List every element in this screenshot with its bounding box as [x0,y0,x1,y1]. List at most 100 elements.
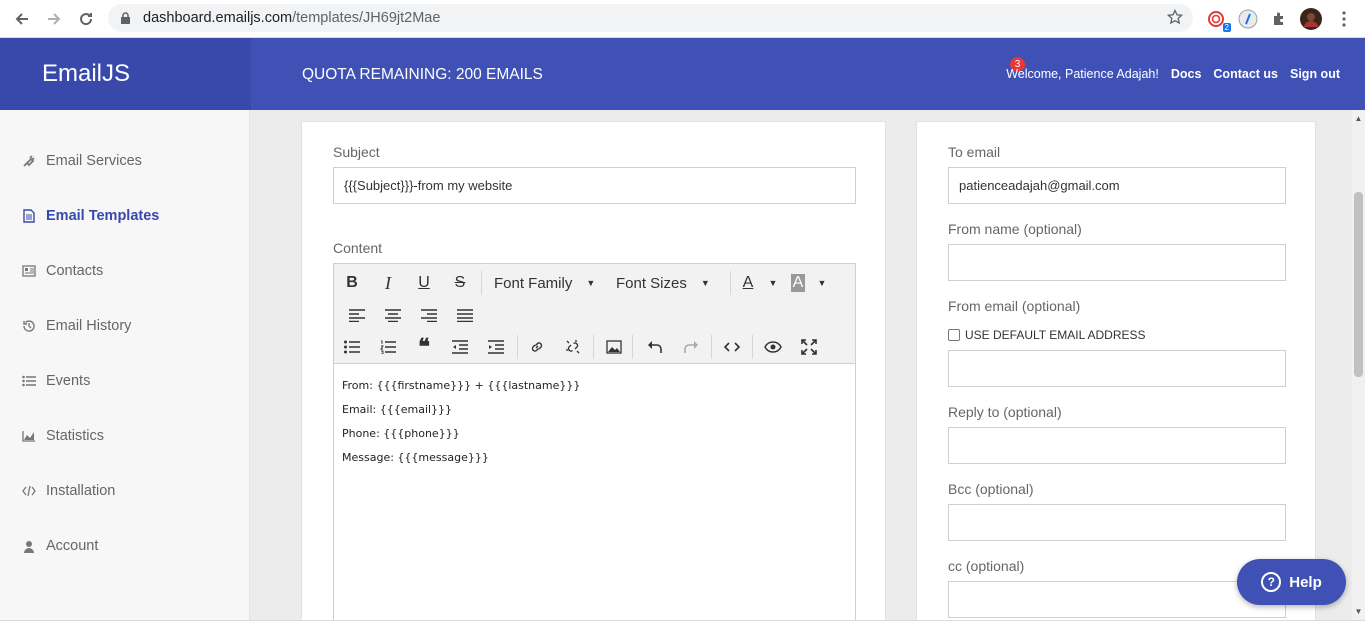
question-icon: ? [1261,572,1282,592]
reply-to-label: Reply to (optional) [948,404,1062,420]
numbered-list-icon[interactable] [374,333,402,361]
extension-compass-icon[interactable] [1237,8,1259,30]
default-email-checkbox-label: USE DEFAULT EMAIL ADDRESS [965,328,1146,342]
quota-label: QUOTA REMAINING: 200 EMAILS [302,66,543,83]
fullscreen-icon[interactable] [795,333,823,361]
sidebar-item-label: Email Templates [46,208,160,224]
browser-menu-icon[interactable] [1333,8,1355,30]
toolbar-separator [517,335,518,359]
forward-icon[interactable] [42,7,66,31]
sidebar-item-label: Installation [46,483,116,499]
reply-to-input[interactable] [948,427,1286,464]
signout-link[interactable]: Sign out [1290,67,1340,81]
font-size-dropdown[interactable]: Font Sizes ▼ [616,269,710,297]
from-email-input[interactable] [948,350,1286,387]
sidebar-item-label: Email History [46,318,132,334]
welcome-text[interactable]: Welcome, Patience Adajah! [1006,67,1159,81]
back-icon[interactable] [10,7,34,31]
plug-icon [22,154,36,168]
default-email-checkbox[interactable] [948,329,960,341]
page-scrollbar[interactable]: ▲ ▼ [1352,110,1365,620]
reload-icon[interactable] [74,7,98,31]
extension-badge: 2 [1222,23,1231,32]
scroll-up-icon[interactable]: ▲ [1352,112,1365,125]
brand-logo[interactable]: EmailJS [0,38,251,110]
preview-eye-icon[interactable] [759,333,787,361]
align-center-icon[interactable] [379,301,407,329]
list-icon [22,374,36,388]
bullet-list-icon[interactable] [338,333,366,361]
blockquote-icon[interactable]: ❝ [410,333,438,361]
indent-icon[interactable] [482,333,510,361]
chevron-down-icon[interactable]: ▼ [808,269,836,297]
text-color-icon[interactable]: A [734,269,762,297]
bcc-input[interactable] [948,504,1286,541]
subject-input[interactable]: {{{Subject}}}-from my website [333,167,856,204]
sidebar-item-events[interactable]: Events [22,369,90,393]
outdent-icon[interactable] [446,333,474,361]
link-icon[interactable] [523,333,551,361]
to-email-input[interactable]: patienceadajah@gmail.com [948,167,1286,204]
unlink-icon[interactable] [559,333,587,361]
contact-link[interactable]: Contact us [1213,67,1278,81]
align-justify-icon[interactable] [451,301,479,329]
rich-text-editor: B I U S Font Family ▼ Font Sizes ▼ A ▼ A… [333,263,856,620]
sidebar-item-email-templates[interactable]: Email Templates [22,204,159,228]
bold-icon[interactable]: B [338,269,366,297]
image-icon[interactable] [600,333,628,361]
history-icon [22,319,36,333]
sidebar-item-account[interactable]: Account [22,534,98,558]
help-button[interactable]: ? Help [1237,559,1346,605]
scroll-down-icon[interactable]: ▼ [1352,605,1365,618]
sidebar-item-statistics[interactable]: Statistics [22,424,104,448]
profile-avatar[interactable] [1300,8,1322,30]
sidebar-item-email-history[interactable]: Email History [22,314,131,338]
browser-bottom-bar [0,620,1365,637]
sidebar-item-contacts[interactable]: Contacts [22,259,103,283]
subject-label: Subject [333,144,380,160]
redo-icon[interactable] [677,333,705,361]
extension-fingerprint-icon[interactable]: 2 [1205,8,1231,32]
content-line: Message: {{{message}}} [342,451,489,464]
sidebar-item-installation[interactable]: Installation [22,479,115,503]
cc-label: cc (optional) [948,558,1025,574]
from-email-label: From email (optional) [948,298,1081,314]
browser-toolbar: dashboard.emailjs.com/templates/JH69jt2M… [0,0,1365,38]
sidebar-item-email-services[interactable]: Email Services [22,149,142,173]
sidebar: Email Services Email Templates Contacts … [0,110,250,620]
docs-link[interactable]: Docs [1171,67,1202,81]
address-bar[interactable]: dashboard.emailjs.com/templates/JH69jt2M… [108,4,1193,32]
email-settings-card: To email patienceadajah@gmail.com From n… [916,121,1316,620]
source-code-icon[interactable] [718,333,746,361]
cc-input[interactable] [948,581,1286,618]
main-content: Subject {{{Subject}}}-from my website Co… [251,110,1352,620]
content-line: Phone: {{{phone}}} [342,427,460,440]
undo-icon[interactable] [641,333,669,361]
from-name-label: From name (optional) [948,221,1082,237]
editor-content[interactable]: From: {{{firstname}}} + {{{lastname}}} E… [342,374,580,470]
chevron-down-icon[interactable]: ▼ [759,269,787,297]
align-right-icon[interactable] [415,301,443,329]
chevron-down-icon: ▼ [700,278,710,288]
font-size-label: Font Sizes [616,274,687,292]
bcc-label: Bcc (optional) [948,481,1034,497]
extensions-puzzle-icon[interactable] [1268,8,1290,30]
url-host: dashboard.emailjs.com [143,10,293,26]
bookmark-star-icon[interactable] [1166,8,1184,29]
font-family-dropdown[interactable]: Font Family ▼ [494,269,595,297]
scrollbar-thumb[interactable] [1354,192,1363,377]
default-email-checkbox-row[interactable]: USE DEFAULT EMAIL ADDRESS [948,328,1146,342]
underline-icon[interactable]: U [410,269,438,297]
url-path: /templates/JH69jt2Mae [292,10,441,26]
align-left-icon[interactable] [343,301,371,329]
italic-icon[interactable]: I [374,269,402,297]
content-label: Content [333,240,383,256]
document-icon [22,209,36,223]
toolbar-separator [632,335,633,359]
from-name-input[interactable] [948,244,1286,281]
area-chart-icon [22,429,36,443]
sidebar-item-label: Email Services [46,153,142,169]
strikethrough-icon[interactable]: S [446,269,474,297]
app-header: EmailJS QUOTA REMAINING: 200 EMAILS 3 We… [0,38,1365,110]
toolbar-separator [481,271,482,295]
